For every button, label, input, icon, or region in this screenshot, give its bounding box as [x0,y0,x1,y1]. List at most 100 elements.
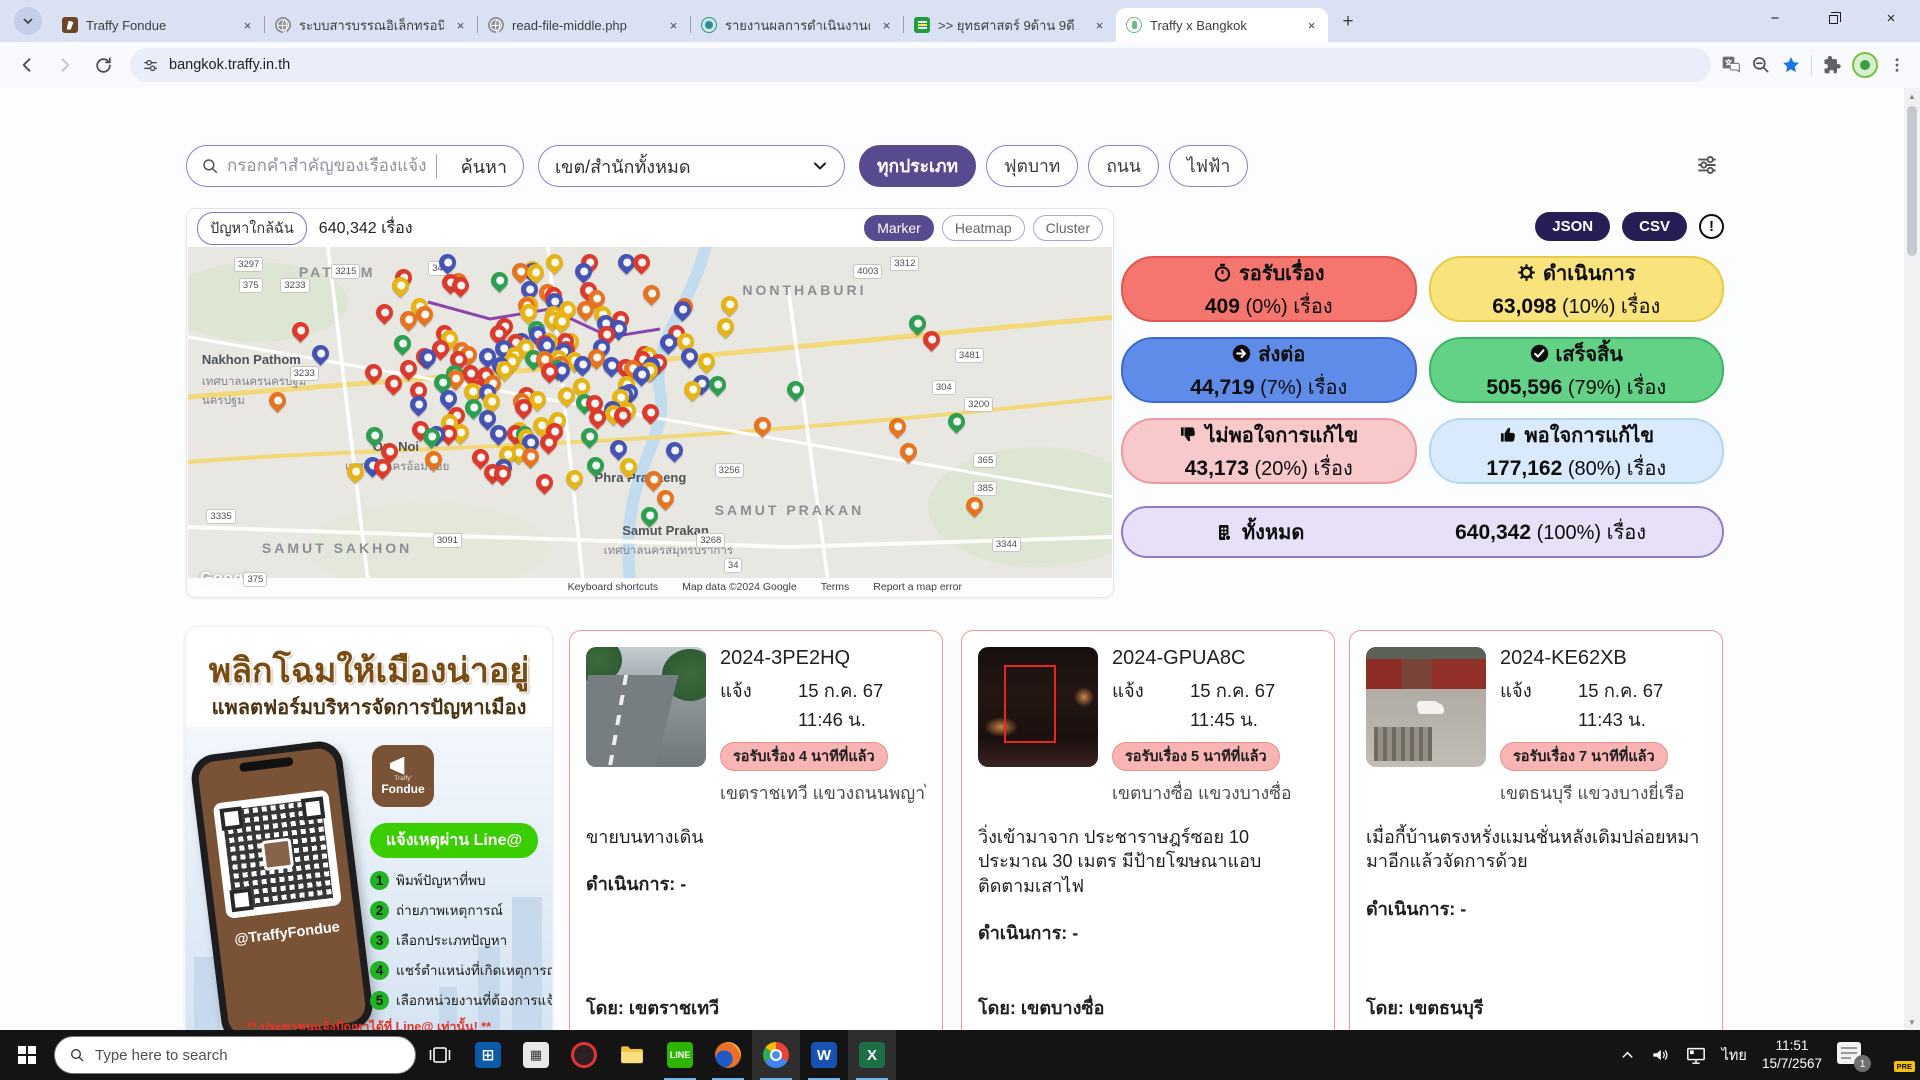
tab-close-icon[interactable]: × [239,17,256,34]
info-warning-icon[interactable]: ! [1699,214,1724,239]
search-input[interactable] [227,156,428,176]
taskbar-chrome[interactable] [752,1030,800,1080]
marker-view-button[interactable]: Marker [864,215,934,241]
tab-close-icon[interactable]: × [1091,17,1108,34]
taskbar-store[interactable]: ⊞ [464,1030,512,1080]
tab-read-file[interactable]: read-file-middle.php × [478,8,690,42]
tab-strategy[interactable]: >> ยุทธศาสตร์ 9ด้าน 9ดี × [904,8,1116,42]
minimize-button[interactable]: − [1746,0,1804,36]
map-marker[interactable] [583,454,607,478]
export-json-button[interactable]: JSON [1535,212,1610,241]
close-button[interactable]: × [1862,0,1920,36]
reload-button[interactable] [86,48,120,82]
tab-sarabun[interactable]: ระบบสารบรรณอิเล็กทรอนิกส์ขอ × [265,8,477,42]
menu-kebab-icon[interactable] [1888,56,1906,74]
map-marker[interactable] [896,439,920,463]
keyboard-shortcuts-link[interactable]: Keyboard shortcuts [568,581,658,593]
tab-report[interactable]: รายงานผลการดำเนินงานตาม K × [691,8,903,42]
stat-unsatisfied-card[interactable]: ไม่พอใจการแก้ไข 43,173 (20%) เรื่อง [1121,418,1417,484]
extensions-icon[interactable] [1822,55,1842,75]
stat-done-card[interactable]: เสร็จสิ้น 505,596 (79%) เรื่อง [1429,337,1725,403]
taskbar-search[interactable]: Type here to search [54,1036,416,1074]
category-all-button[interactable]: ทุกประเภท [859,145,976,187]
map-marker[interactable] [372,301,396,325]
map-marker[interactable] [885,415,909,439]
tab-traffy-fondue[interactable]: Traffy Fondue × [52,8,264,42]
report-card[interactable]: 2024-GPUA8C แจ้ง15 ก.ค. 67 11:45 น. รอรั… [961,630,1335,1030]
promo-banner[interactable]: พลิกโฉมให้เมืองน่าอยู่ แพลตฟอร์มบริหารจั… [186,627,552,1030]
map-marker[interactable] [630,250,654,274]
map-marker[interactable] [532,471,556,495]
category-electric-button[interactable]: ไฟฟ้า [1169,145,1248,187]
zoom-icon[interactable] [1751,55,1771,75]
taskbar-word[interactable]: W [800,1030,848,1080]
taskbar-opera[interactable] [560,1030,608,1080]
map-marker[interactable] [920,328,944,352]
search-button[interactable]: ค้นหา [445,152,523,181]
report-card[interactable]: 2024-KE62XB แจ้ง15 ก.ค. 67 11:43 น. รอรั… [1349,630,1723,1030]
taskbar-calculator[interactable]: ▦ [512,1030,560,1080]
new-tab-button[interactable]: + [1334,8,1362,36]
map-marker[interactable] [641,468,665,492]
map-marker[interactable] [705,373,729,397]
taskbar-excel[interactable]: X [848,1030,896,1080]
map-marker[interactable] [653,486,677,510]
scroll-down-arrow[interactable]: ▼ [1904,1014,1920,1030]
map-marker[interactable] [962,494,986,518]
category-footpath-button[interactable]: ฟุตบาท [986,145,1078,187]
map-marker[interactable] [487,269,511,293]
tab-close-icon[interactable]: × [665,17,682,34]
scrollbar-thumb[interactable] [1907,106,1917,256]
address-bar[interactable]: bangkok.traffy.in.th [130,48,1711,82]
taskbar-line[interactable]: LINE [656,1030,704,1080]
tab-close-icon[interactable]: × [878,17,895,34]
map-marker[interactable] [750,414,774,438]
stat-satisfied-card[interactable]: พอใจการแก้ไข 177,162 (80%) เรื่อง [1429,418,1725,484]
back-button[interactable] [10,48,44,82]
map-marker[interactable] [639,400,663,424]
translate-icon[interactable] [1721,55,1741,75]
map-marker[interactable] [783,377,807,401]
copilot-button[interactable]: PRE [1882,1041,1910,1069]
map-marker[interactable] [266,388,290,412]
tab-close-icon[interactable]: × [452,17,469,34]
terms-link[interactable]: Terms [821,581,850,593]
advanced-filter-button[interactable] [1694,152,1720,178]
profile-avatar[interactable] [1852,52,1878,78]
map-marker[interactable] [713,315,737,339]
site-info-icon[interactable] [142,57,159,74]
taskbar-file-explorer[interactable] [608,1030,656,1080]
bookmark-star-icon[interactable] [1781,55,1801,75]
maximize-button[interactable] [1804,0,1862,36]
map-marker[interactable] [543,250,567,274]
map-marker[interactable] [361,360,385,384]
taskbar-firefox[interactable] [704,1030,752,1080]
network-icon[interactable] [1685,1045,1707,1065]
map-marker[interactable] [637,503,661,527]
cluster-view-button[interactable]: Cluster [1033,215,1103,241]
volume-icon[interactable] [1650,1045,1670,1065]
stat-forwarded-card[interactable]: ส่งต่อ 44,719 (7%) เรื่อง [1121,337,1417,403]
forward-button[interactable] [48,48,82,82]
scroll-up-arrow[interactable]: ▲ [1904,88,1920,104]
taskbar-clock[interactable]: 11:51 15/7/2567 [1762,1037,1822,1072]
stat-inprogress-card[interactable]: ดำเนินการ 63,098 (10%) เรื่อง [1429,256,1725,322]
map-marker[interactable] [944,409,968,433]
map-marker[interactable] [717,292,741,316]
heatmap-view-button[interactable]: Heatmap [942,215,1025,241]
stat-total-card[interactable]: ทั้งหมด 640,342 (100%) เรื่อง [1121,506,1724,558]
district-dropdown[interactable]: เขต/สำนักทั้งหมด [538,145,845,187]
map-marker[interactable] [288,318,312,342]
map-marker[interactable] [640,282,664,306]
action-center-button[interactable]: 1 [1837,1042,1867,1068]
report-map-error-link[interactable]: Report a map error [873,581,962,593]
task-view-button[interactable] [416,1030,464,1080]
map-marker[interactable] [362,424,386,448]
map-marker[interactable] [421,447,445,471]
nearby-issues-chip[interactable]: ปัญหาใกล้ฉัน [197,212,307,245]
map-marker[interactable] [308,341,332,365]
stat-pending-card[interactable]: รอรับเรื่อง 409 (0%) เรื่อง [1121,256,1417,322]
export-csv-button[interactable]: CSV [1622,212,1687,241]
language-indicator[interactable]: ไทย [1722,1044,1747,1067]
tab-close-icon[interactable]: × [1303,17,1320,34]
